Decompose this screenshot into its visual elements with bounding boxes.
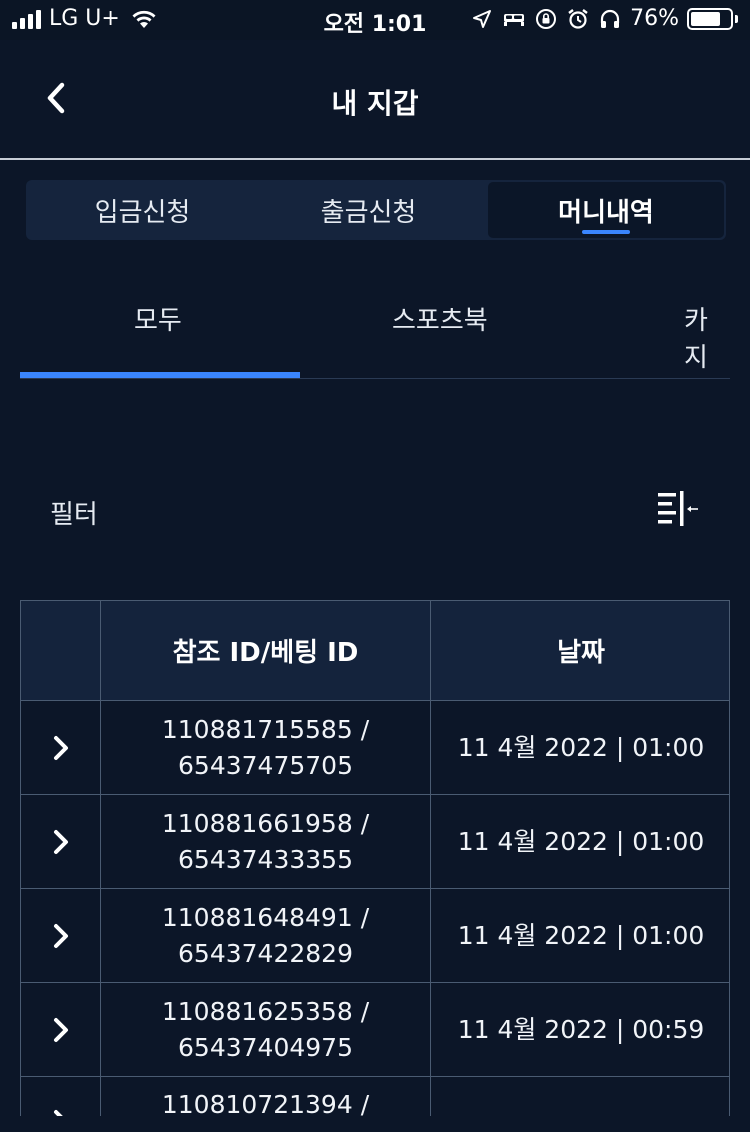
date-cell: 11 4월 2022 | 00:59 [457, 1014, 705, 1044]
ref-id-cell: 110881715585 / 65437475705 [101, 701, 431, 794]
status-bar: LG U+ 오전 1:01 76% [0, 0, 750, 40]
filter-collapse-icon[interactable] [656, 490, 700, 528]
chevron-right-icon [53, 923, 68, 948]
table-row[interactable]: 110881661958 / 65437433355 11 4월 2022 | 0… [21, 794, 729, 888]
battery-percent: 76% [630, 6, 679, 31]
subtab-all[interactable]: 모두 [134, 300, 182, 337]
status-bar-right: 76% [470, 6, 738, 31]
table-row[interactable]: 110881715585 / 65437475705 11 4월 2022 | 0… [21, 700, 729, 794]
rotation-lock-icon [536, 8, 557, 29]
bet-id: 65437475705 [178, 750, 353, 780]
ref-id: 110881715585 / [161, 714, 370, 744]
bet-id: 65437433355 [178, 844, 353, 874]
expand-cell[interactable] [21, 983, 101, 1076]
filter-label: 필터 [50, 500, 98, 530]
chevron-right-icon [53, 735, 68, 760]
subtab-label: 스포츠북 [392, 306, 488, 336]
chevron-right-icon [53, 1110, 63, 1116]
category-tabs: 모두 스포츠북 카지 [20, 280, 730, 380]
date-cell: 11 4월 2022 | 01:00 [457, 826, 705, 856]
tab-label: 출금신청 [320, 197, 417, 228]
expand-cell[interactable] [21, 795, 101, 888]
subtab-active-indicator [20, 372, 300, 378]
header-divider [0, 158, 750, 160]
ref-id: 110881648491 / [161, 902, 370, 932]
bed-icon [504, 13, 525, 26]
ref-id-cell: 110810721394 / [101, 1077, 431, 1116]
subtab-sportsbook[interactable]: 스포츠북 [392, 300, 488, 337]
ref-id-cell: 110881661958 / 65437433355 [101, 795, 431, 888]
column-header-date: 날짜 [557, 638, 605, 668]
date-cell: 11 4월 2022 | 01:00 [457, 920, 705, 950]
wallet-segment-tabs: 입금신청 출금신청 머니내역 [26, 180, 726, 240]
tab-withdraw-request[interactable]: 출금신청 [252, 180, 485, 240]
date-cell [431, 1077, 729, 1116]
ref-id: 110881661958 / [161, 808, 370, 838]
page-title: 내 지갑 [331, 87, 419, 120]
active-tab-underline [582, 230, 630, 234]
chevron-right-icon [53, 829, 68, 854]
tab-deposit-request[interactable]: 입금신청 [26, 180, 259, 240]
tab-label: 머니내역 [558, 197, 654, 228]
chevron-right-icon [53, 1017, 68, 1042]
table-header-row: 참조 ID/베팅 ID 날짜 [21, 600, 729, 700]
location-arrow-icon [473, 9, 492, 28]
alarm-icon [568, 8, 588, 29]
ref-id: 110881625358 / [161, 996, 370, 1026]
tab-money-history[interactable]: 머니내역 [488, 182, 724, 238]
money-history-table: 참조 ID/베팅 ID 날짜 110881715585 / 65437475705… [20, 600, 730, 1116]
column-header-expand [21, 601, 101, 700]
column-header-ref-id: 참조 ID/베팅 ID [101, 601, 431, 700]
app-header: 내 지갑 [0, 40, 750, 159]
headphones-icon [600, 9, 620, 28]
table-row[interactable]: 110881648491 / 65437422829 11 4월 2022 | 0… [21, 888, 729, 982]
ref-id-cell: 110881648491 / 65437422829 [101, 889, 431, 982]
date-cell: 11 4월 2022 | 01:00 [457, 732, 705, 762]
subtab-casino[interactable]: 카지 [684, 300, 730, 374]
subtab-label: 모두 [134, 306, 182, 336]
table-row[interactable]: 110810721394 / [21, 1076, 729, 1116]
ref-id: 110810721394 / [161, 1090, 370, 1116]
subtab-divider [20, 378, 730, 379]
expand-cell[interactable] [21, 889, 101, 982]
bet-id: 65437404975 [178, 1032, 353, 1062]
ref-id-cell: 110881625358 / 65437404975 [101, 983, 431, 1076]
expand-cell[interactable] [21, 701, 101, 794]
tab-label: 입금신청 [94, 197, 191, 228]
bet-id: 65437422829 [178, 938, 353, 968]
subtab-label: 카지 [684, 306, 708, 373]
table-row[interactable]: 110881625358 / 65437404975 11 4월 2022 | 0… [21, 982, 729, 1076]
expand-cell[interactable] [21, 1077, 101, 1116]
battery-icon [687, 7, 738, 30]
